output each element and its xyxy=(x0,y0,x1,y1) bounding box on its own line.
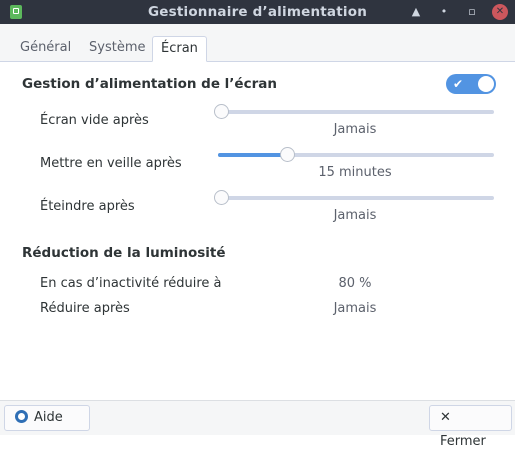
dialog-footer: Aide ✕ Fermer xyxy=(0,400,515,449)
help-button-label: Aide xyxy=(34,410,63,425)
close-button[interactable]: ✕ Fermer xyxy=(429,405,512,449)
close-window-button[interactable]: ✕ xyxy=(492,4,508,20)
off-after-slider[interactable] xyxy=(214,190,494,205)
sleep-after-value: 15 minutes xyxy=(318,165,392,180)
slider-handle[interactable] xyxy=(214,104,229,119)
slider-handle[interactable] xyxy=(214,190,229,205)
blank-after-label: Écran vide après xyxy=(40,113,149,128)
display-power-toggle[interactable]: ✔ xyxy=(446,74,496,94)
close-button-label: Fermer xyxy=(440,434,486,449)
tab-bar: Général Système Écran xyxy=(0,24,515,62)
slider-handle[interactable] xyxy=(279,147,295,162)
tab-content-ecran: Gestion d’alimentation de l’écran ✔ Écra… xyxy=(0,62,515,400)
blank-after-value: Jamais xyxy=(333,122,377,137)
display-section-title: Gestion d’alimentation de l’écran xyxy=(22,76,277,92)
tab-ecran[interactable]: Écran xyxy=(152,36,207,62)
help-icon xyxy=(15,410,28,423)
reduce-on-inactivity-value[interactable]: 80 % xyxy=(300,276,410,291)
blank-after-slider[interactable] xyxy=(214,104,494,119)
off-after-label: Éteindre après xyxy=(40,199,135,214)
reduce-after-value[interactable]: Jamais xyxy=(300,301,410,316)
slider-fill xyxy=(218,153,287,157)
tab-general[interactable]: Général xyxy=(12,36,79,61)
sleep-after-label: Mettre en veille après xyxy=(40,156,182,171)
brightness-section-title: Réduction de la luminosité xyxy=(22,245,226,261)
sleep-after-slider[interactable] xyxy=(218,147,494,162)
close-icon: ✕ xyxy=(440,410,451,425)
check-icon: ✔ xyxy=(453,77,464,91)
title-bar: Gestionnaire d’alimentation ▲ • ▫ ✕ xyxy=(0,0,515,24)
toggle-knob xyxy=(478,76,494,92)
maximize-button[interactable]: ▫ xyxy=(464,4,480,20)
off-after-value: Jamais xyxy=(333,208,377,223)
reduce-on-inactivity-label: En cas d’inactivité réduire à xyxy=(40,276,222,291)
help-button[interactable]: Aide xyxy=(4,405,90,431)
minimize-button[interactable]: • xyxy=(436,4,452,20)
shade-button[interactable]: ▲ xyxy=(408,4,424,20)
reduce-after-label: Réduire après xyxy=(40,301,130,316)
tab-systeme[interactable]: Système xyxy=(81,36,153,61)
